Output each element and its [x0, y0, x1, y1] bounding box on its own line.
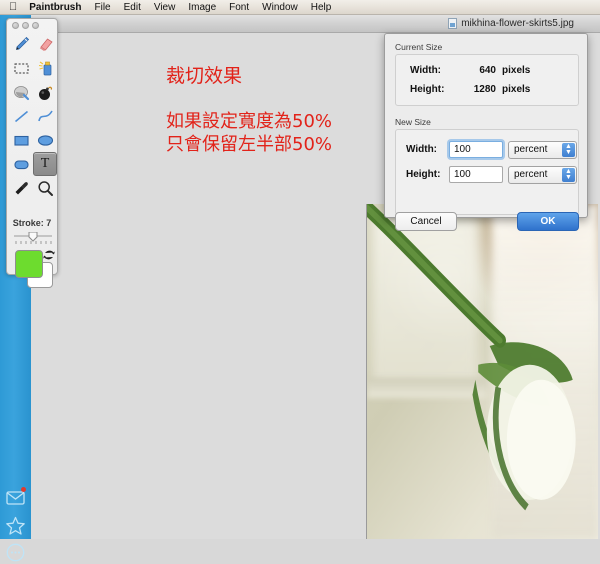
menu-item-paintbrush[interactable]: Paintbrush: [29, 2, 81, 13]
document-file-icon: [448, 17, 458, 29]
palette-zoom-dot[interactable]: [32, 21, 39, 29]
magnifier-tool[interactable]: [33, 176, 57, 200]
ellipse-tool[interactable]: [33, 128, 57, 152]
current-size-label: Current Size: [395, 42, 443, 52]
new-size-label: New Size: [395, 117, 431, 127]
chevron-updown-icon: ▲ ▼: [562, 142, 575, 157]
current-width-unit: pixels: [502, 65, 531, 76]
star-icon[interactable]: [4, 514, 27, 537]
eraser-tool[interactable]: [33, 32, 57, 56]
rectangle-tool[interactable]: [9, 128, 33, 152]
image-resize-dialog: Current Size Width: 640 pixels Height: 1…: [384, 33, 588, 231]
menu-bar[interactable]:  Paintbrush File Edit View Image Font W…: [0, 0, 600, 15]
new-width-unit-select[interactable]: percent ▲ ▼: [508, 140, 577, 159]
photo-flower-bud: [472, 342, 576, 511]
new-height-label: Height:: [406, 169, 441, 180]
palette-close-dot[interactable]: [12, 21, 19, 29]
menu-item-font[interactable]: Font: [229, 2, 249, 13]
chevron-updown-icon: ▲ ▼: [562, 167, 575, 182]
document-title-text: mikhina-flower-skirts5.jpg: [461, 17, 574, 29]
bomb-tool[interactable]: [33, 80, 57, 104]
document-title: mikhina-flower-skirts5.jpg: [448, 17, 574, 29]
menu-item-image[interactable]: Image: [188, 2, 216, 13]
menu-item-window[interactable]: Window: [262, 2, 298, 13]
new-width-input[interactable]: 100: [449, 141, 503, 158]
tool-grid: T: [9, 32, 57, 200]
current-width-value: 640: [479, 65, 496, 76]
current-height-label: Height:: [410, 84, 445, 95]
tool-palette: T Stroke: 7: [6, 18, 58, 288]
ok-button[interactable]: OK: [517, 211, 579, 231]
rounded-rectangle-tool[interactable]: [9, 152, 33, 176]
current-width-row: Width: 640 pixels: [396, 61, 578, 80]
menu-item-edit[interactable]: Edit: [124, 2, 141, 13]
spray-can-tool[interactable]: [33, 56, 57, 80]
foreground-color-swatch[interactable]: [15, 250, 43, 278]
text-tool-glyph: T: [40, 156, 50, 171]
current-height-row: Height: 1280 pixels: [396, 80, 578, 99]
menu-item-view[interactable]: View: [154, 2, 176, 13]
new-width-unit-value: percent: [514, 144, 548, 155]
current-size-group: Current Size Width: 640 pixels Height: 1…: [395, 42, 579, 106]
new-height-unit-select[interactable]: percent ▲ ▼: [508, 165, 577, 184]
paint-bucket-tool[interactable]: [9, 80, 33, 104]
mail-icon[interactable]: [4, 486, 27, 509]
curve-tool[interactable]: [33, 104, 57, 128]
messages-icon[interactable]: [4, 541, 27, 564]
color-swatches[interactable]: [15, 250, 55, 290]
palette-minimize-dot[interactable]: [22, 21, 29, 29]
eyedropper-tool[interactable]: [9, 176, 33, 200]
pencil-tool[interactable]: [9, 32, 33, 56]
selection-tool[interactable]: [9, 56, 33, 80]
new-size-box: Width: 100 percent ▲ ▼ Height: 100 percen…: [395, 129, 579, 215]
cancel-button[interactable]: Cancel: [395, 211, 457, 231]
menu-item-help[interactable]: Help: [311, 2, 332, 13]
new-width-row: Width: 100 percent ▲ ▼: [396, 137, 578, 162]
stroke-slider[interactable]: [13, 231, 53, 246]
flower-photo[interactable]: [366, 204, 598, 539]
current-width-label: Width:: [410, 65, 442, 76]
annotation-title: 裁切效果: [166, 65, 243, 87]
current-size-box: Width: 640 pixels Height: 1280 pixels: [395, 54, 579, 106]
menu-item-file[interactable]: File: [94, 2, 110, 13]
document-title-bar[interactable]: mikhina-flower-skirts5.jpg: [31, 14, 600, 33]
annotation-line-2: 只會保留左半部50%: [166, 134, 333, 155]
text-tool[interactable]: T: [33, 152, 57, 176]
new-height-input[interactable]: 100: [449, 166, 503, 183]
current-height-value: 1280: [473, 84, 496, 95]
line-tool[interactable]: [9, 104, 33, 128]
palette-window-controls[interactable]: [7, 19, 57, 31]
dialog-buttons: Cancel OK: [395, 210, 579, 232]
new-height-unit-value: percent: [514, 169, 548, 180]
current-height-unit: pixels: [502, 84, 531, 95]
stroke-label: Stroke: 7: [12, 218, 52, 228]
apple-icon[interactable]: : [9, 1, 17, 13]
new-width-label: Width:: [406, 144, 438, 155]
new-height-row: Height: 100 percent ▲ ▼: [396, 162, 578, 187]
new-size-group: New Size Width: 100 percent ▲ ▼ Height: 1…: [395, 117, 579, 215]
mail-badge: [21, 487, 26, 492]
swap-colors-icon[interactable]: [43, 248, 55, 260]
